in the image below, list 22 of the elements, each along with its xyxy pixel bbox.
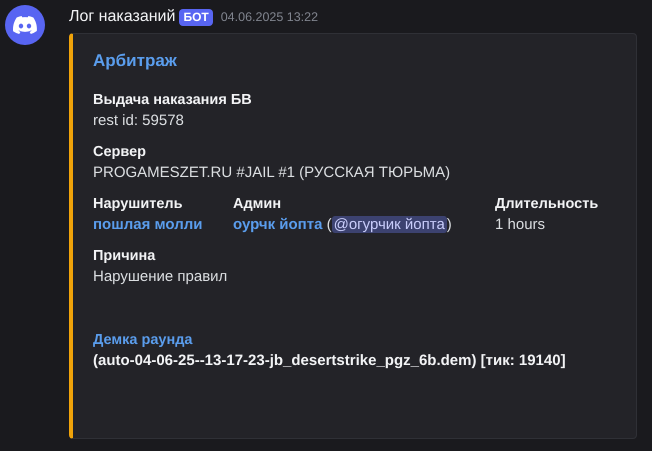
field-value: (auto-04-06-25--13-17-23-jb_desertstrike_pgz_6b.dem) [тик: 19140] <box>93 350 567 370</box>
field-name: Выдача наказания БВ <box>93 90 253 110</box>
field-name: Сервер <box>93 142 148 162</box>
controller-icon <box>13 16 37 34</box>
timestamp: 04.06.2025 13:22 <box>220 8 318 26</box>
field-value: rest id: 59578 <box>93 110 185 130</box>
field-value: Нарушение правил <box>93 266 228 286</box>
field-name[interactable]: Демка раунда <box>93 330 622 350</box>
field-value: 1 hours <box>495 214 546 234</box>
field-name: Админ <box>233 194 282 214</box>
user-mention[interactable]: @огурчик йопта <box>332 216 447 232</box>
user-link[interactable]: оурчк йопта <box>233 216 322 232</box>
user-link[interactable]: пошлая молли <box>93 216 202 232</box>
embed-title: Арбитраж <box>93 50 178 72</box>
field-text: ) <box>446 216 452 232</box>
field-name: Нарушитель <box>93 194 184 214</box>
field-name: Причина <box>93 246 156 266</box>
author-name[interactable]: Лог наказаний <box>69 5 176 29</box>
bot-tag: БОТ <box>179 8 213 26</box>
field-value: PROGAMESZET.RU #JAIL #1 (РУССКАЯ ТЮРЬМА) <box>93 162 452 182</box>
field-text: ( <box>326 216 332 232</box>
field-name: Длительность <box>495 194 600 214</box>
